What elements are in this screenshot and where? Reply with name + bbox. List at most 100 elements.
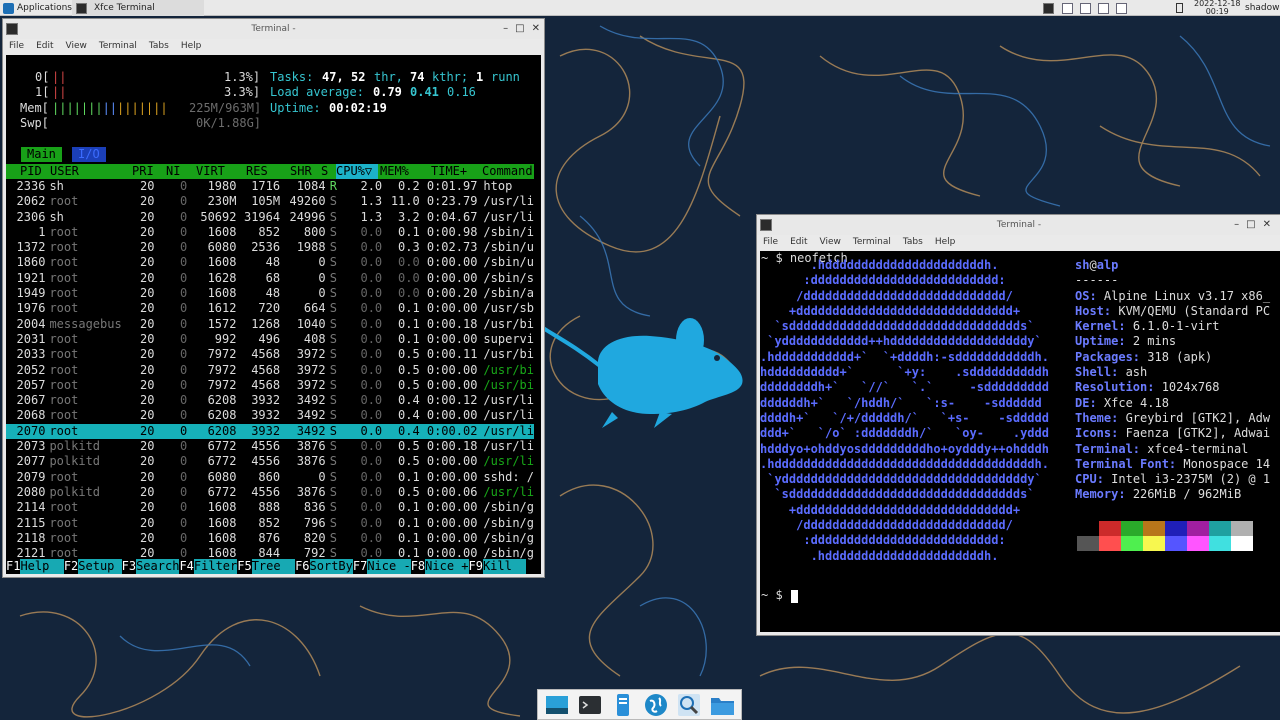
menu-view[interactable]: View [820,237,841,247]
table-row[interactable]: 2077 polkitd 20 0 6772 4556 3876 S 0.0 0.5 0:00.00… [6,454,534,469]
col-user[interactable]: USER [50,164,79,179]
col-pid[interactable]: PID [20,164,42,179]
table-row[interactable]: 2070 root 20 0 6208 3932 3492 S 0.0 0.4 0:00.02/us… [6,423,534,440]
cell-cpu: 0.0 [360,224,383,239]
tab-main[interactable]: Main [21,147,62,163]
fkey-f3[interactable]: F3 [121,559,137,574]
window-titlebar[interactable]: Terminal - – □ ✕ [757,215,1280,235]
col-res[interactable]: RES [246,164,268,179]
menu-tabs[interactable]: Tabs [149,41,169,51]
table-row[interactable]: 2033 root 20 0 7972 4568 3972 S 0.0 0.5 0:00.11/us… [6,347,534,362]
col-shr[interactable]: SHR [290,164,312,179]
fkey-label[interactable]: Help [20,559,64,574]
fkey-label[interactable]: SortBy [309,559,353,574]
battery-icon[interactable] [1176,0,1183,16]
fkey-label[interactable]: Kill [482,559,527,574]
table-row[interactable]: 2336 sh 20 0 1980 1716 1084 R 2.0 0.2 0:01.97 htop [6,179,534,194]
fkey-f7[interactable]: F7 [352,559,368,574]
table-row[interactable]: 2306 sh 20 0 50692 31964 24996 S 1.3 3.2 0:04.67/u… [6,210,534,225]
show-desktop-icon[interactable] [545,693,569,717]
table-row[interactable]: 2115 root 20 0 1608 852 796 S 0.0 0.1 0:00.00/sbin… [6,516,534,531]
fkey-f8[interactable]: F8 [410,559,426,574]
neofetch-terminal[interactable]: ~ $ neofetch .hddddddddddddddddddddddh. … [760,251,1280,632]
menu-terminal[interactable]: Terminal [99,41,137,51]
menu-help[interactable]: Help [935,237,956,247]
close-button[interactable]: ✕ [532,19,540,39]
menu-terminal[interactable]: Terminal [853,237,891,247]
palette-swatch [1209,521,1231,536]
minimize-button[interactable]: – [503,19,508,39]
workspace-1[interactable] [1062,0,1073,16]
col-command[interactable]: Command [482,164,533,179]
minimize-button[interactable]: – [1234,215,1239,235]
table-row[interactable]: 1976 root 20 0 1612 720 664 S 0.0 0.1 0:00.00/usr/… [6,301,534,316]
workspace-3[interactable] [1098,0,1109,16]
table-row[interactable]: 2031 root 20 0 992 496 408 S 0.0 0.1 0:00.00 superv… [6,332,534,347]
table-row[interactable]: 2080 polkitd 20 0 6772 4556 3876 S 0.0 0.5 0:00.06… [6,485,534,500]
fkey-f6[interactable]: F6 [295,559,310,574]
fkey-label[interactable]: Filter [193,559,238,574]
col-mem[interactable]: MEM% [380,164,409,179]
col-cpu[interactable]: CPU%▽ [336,164,378,180]
col-virt[interactable]: VIRT [196,164,225,179]
table-row[interactable]: 2052 root 20 0 7972 4568 3972 S 0.0 0.5 0:00.00/us… [6,363,534,378]
table-row[interactable]: 1949 root 20 0 1608 48 0 S 0.0 0.0 0:00.20/sbin/a [6,286,534,301]
fkey-label[interactable]: Nice - [367,559,411,574]
cell-state: S [329,194,337,209]
menu-tabs[interactable]: Tabs [903,237,923,247]
menu-file[interactable]: File [763,237,778,247]
table-row[interactable]: 2004 messagebus 20 0 1572 1268 1040 S 0.0 0.1 0:00… [6,317,534,332]
col-state[interactable]: S [321,164,328,179]
fkey-label[interactable]: Tree [251,559,296,574]
table-row[interactable]: 2073 polkitd 20 0 6772 4556 3876 S 0.0 0.5 0:00.18… [6,439,534,454]
table-row[interactable]: 2118 root 20 0 1608 876 820 S 0.0 0.1 0:00.00/sbin… [6,531,534,546]
fkey-label[interactable]: Nice + [425,559,469,574]
table-row[interactable]: 2057 root 20 0 7972 4568 3972 S 0.0 0.5 0:00.00/us… [6,378,534,393]
window-titlebar[interactable]: Terminal - – □ ✕ [3,19,544,39]
taskbar-xfce-terminal[interactable]: Xfce Terminal [72,0,204,16]
terminal-icon[interactable] [578,693,602,717]
menu-file[interactable]: File [9,41,24,51]
user-menu[interactable]: shadow [1245,0,1280,16]
col-ni[interactable]: NI [166,164,180,179]
table-row[interactable]: 1372 root 20 0 6080 2536 1988 S 0.0 0.3 0:02.73/sb… [6,240,534,255]
fkey-label[interactable]: Setup [78,559,122,574]
table-row[interactable]: 2068 root 20 0 6208 3932 3492 S 0.0 0.4 0:00.00/us… [6,408,534,423]
maximize-button[interactable]: □ [515,19,524,39]
menu-edit[interactable]: Edit [790,237,807,247]
menu-help[interactable]: Help [181,41,202,51]
table-row[interactable]: 1 root 20 0 1608 852 800 S 0.0 0.1 0:00.98/sbin/i [6,225,534,240]
folder-icon[interactable] [710,693,734,717]
search-icon[interactable] [677,693,701,717]
table-row[interactable]: 2067 root 20 0 6208 3932 3492 S 0.0 0.4 0:00.12/us… [6,393,534,408]
window-title: Terminal - [251,24,296,34]
close-button[interactable]: ✕ [1263,215,1271,235]
fkey-f1[interactable]: F1 [6,559,21,574]
menu-view[interactable]: View [66,41,87,51]
cpu1-label: 1[ [35,85,50,99]
table-row[interactable]: 1860 root 20 0 1608 48 0 S 0.0 0.0 0:00.00/sbin/u [6,255,534,270]
table-row[interactable]: 2114 root 20 0 1608 888 836 S 0.0 0.1 0:00.00/sbin… [6,500,534,515]
htop-terminal[interactable]: 0[ || 1.3%] 1[ || 3.3%] Mem[ |||||||||||… [6,55,541,574]
applications-menu[interactable]: Applications [3,0,72,16]
fkey-f4[interactable]: F4 [179,559,194,574]
tab-io[interactable]: I/O [72,147,106,163]
tray-terminal-icon[interactable] [1043,0,1054,16]
fkey-f2[interactable]: F2 [63,559,79,574]
fkey-f9[interactable]: F9 [468,559,483,574]
table-row[interactable]: 1921 root 20 0 1628 68 0 S 0.0 0.0 0:00.00/sbin/s [6,271,534,286]
clock[interactable]: 2022-12-18 00:19 [1194,0,1241,16]
fkey-f5[interactable]: F5 [237,559,252,574]
table-row[interactable]: 2079 root 20 0 6080 860 0 S 0.0 0.1 0:00.00 sshd: / [6,470,534,485]
file-manager-icon[interactable] [611,693,635,717]
web-browser-icon[interactable] [644,693,668,717]
table-row[interactable]: 2062 root 20 0 230M 105M 49260 S 1.3 11.0 0:23.79 /… [6,194,534,209]
menu-edit[interactable]: Edit [36,41,53,51]
cell-pid: 2336 [16,179,46,193]
col-time[interactable]: TIME+ [431,164,467,179]
workspace-2[interactable] [1080,0,1091,16]
col-pri[interactable]: PRI [132,164,154,179]
maximize-button[interactable]: □ [1246,215,1255,235]
workspace-4[interactable] [1116,0,1127,16]
fkey-label[interactable]: Search [136,559,180,574]
